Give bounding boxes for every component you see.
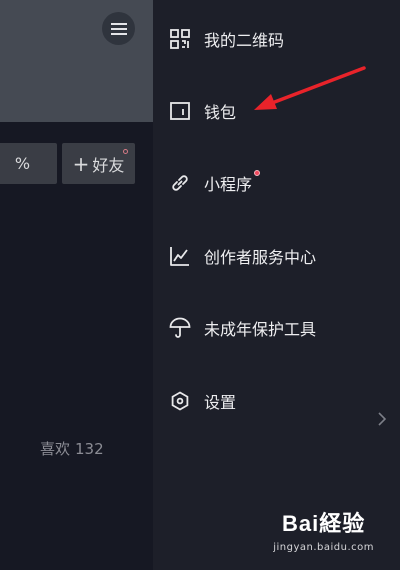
- mini-program-badge: [254, 170, 261, 176]
- watermark-logo: Bai経验: [281, 511, 366, 536]
- menu-item-label: 设置: [204, 393, 237, 412]
- add-friend-button[interactable]: + 好友: [62, 143, 135, 184]
- menu-item-wallet[interactable]: 钱包: [169, 96, 236, 126]
- profile-completion-label: %: [14, 154, 31, 173]
- baidu-jingyan-watermark: Bai経验 jingyan.baidu.com: [273, 511, 374, 554]
- hamburger-menu-button[interactable]: [102, 12, 135, 45]
- hamburger-icon: [110, 22, 127, 35]
- plus-icon: +: [72, 151, 90, 176]
- menu-item-label: 小程序: [204, 170, 261, 195]
- likes-tab[interactable]: 喜欢 132: [40, 438, 104, 459]
- menu-item-minor-protection[interactable]: 未成年保护工具: [169, 313, 316, 343]
- profile-page-background: % + 好友 喜欢 132: [0, 0, 153, 570]
- qr-code-icon: [169, 28, 191, 50]
- menu-item-label: 创作者服务中心: [204, 248, 317, 267]
- menu-item-label: 未成年保护工具: [204, 320, 317, 339]
- menu-item-label: 钱包: [204, 103, 237, 122]
- mini-program-label: 小程序: [204, 175, 253, 194]
- umbrella-icon: [169, 317, 191, 339]
- wallet-icon: [169, 100, 191, 122]
- side-drawer: 我的二维码 钱包 小程序 创作者服务中心 未成年保护工具 设置: [153, 0, 400, 570]
- menu-item-qr-code[interactable]: 我的二维码: [169, 24, 284, 54]
- profile-completion-button[interactable]: %: [0, 143, 57, 184]
- add-friend-badge: [123, 149, 128, 154]
- chevron-right-icon[interactable]: [375, 410, 389, 428]
- menu-item-label: 我的二维码: [204, 31, 285, 50]
- menu-item-mini-program[interactable]: 小程序: [169, 168, 261, 198]
- link-icon: [169, 172, 191, 194]
- menu-item-creator-center[interactable]: 创作者服务中心: [169, 241, 316, 271]
- likes-label: 喜欢: [40, 440, 71, 458]
- likes-count: 132: [75, 440, 104, 458]
- line-chart-icon: [169, 245, 191, 267]
- menu-item-settings[interactable]: 设置: [169, 386, 236, 416]
- settings-icon: [169, 390, 191, 412]
- add-friend-label: 好友: [92, 155, 125, 175]
- watermark-url: jingyan.baidu.com: [273, 542, 374, 553]
